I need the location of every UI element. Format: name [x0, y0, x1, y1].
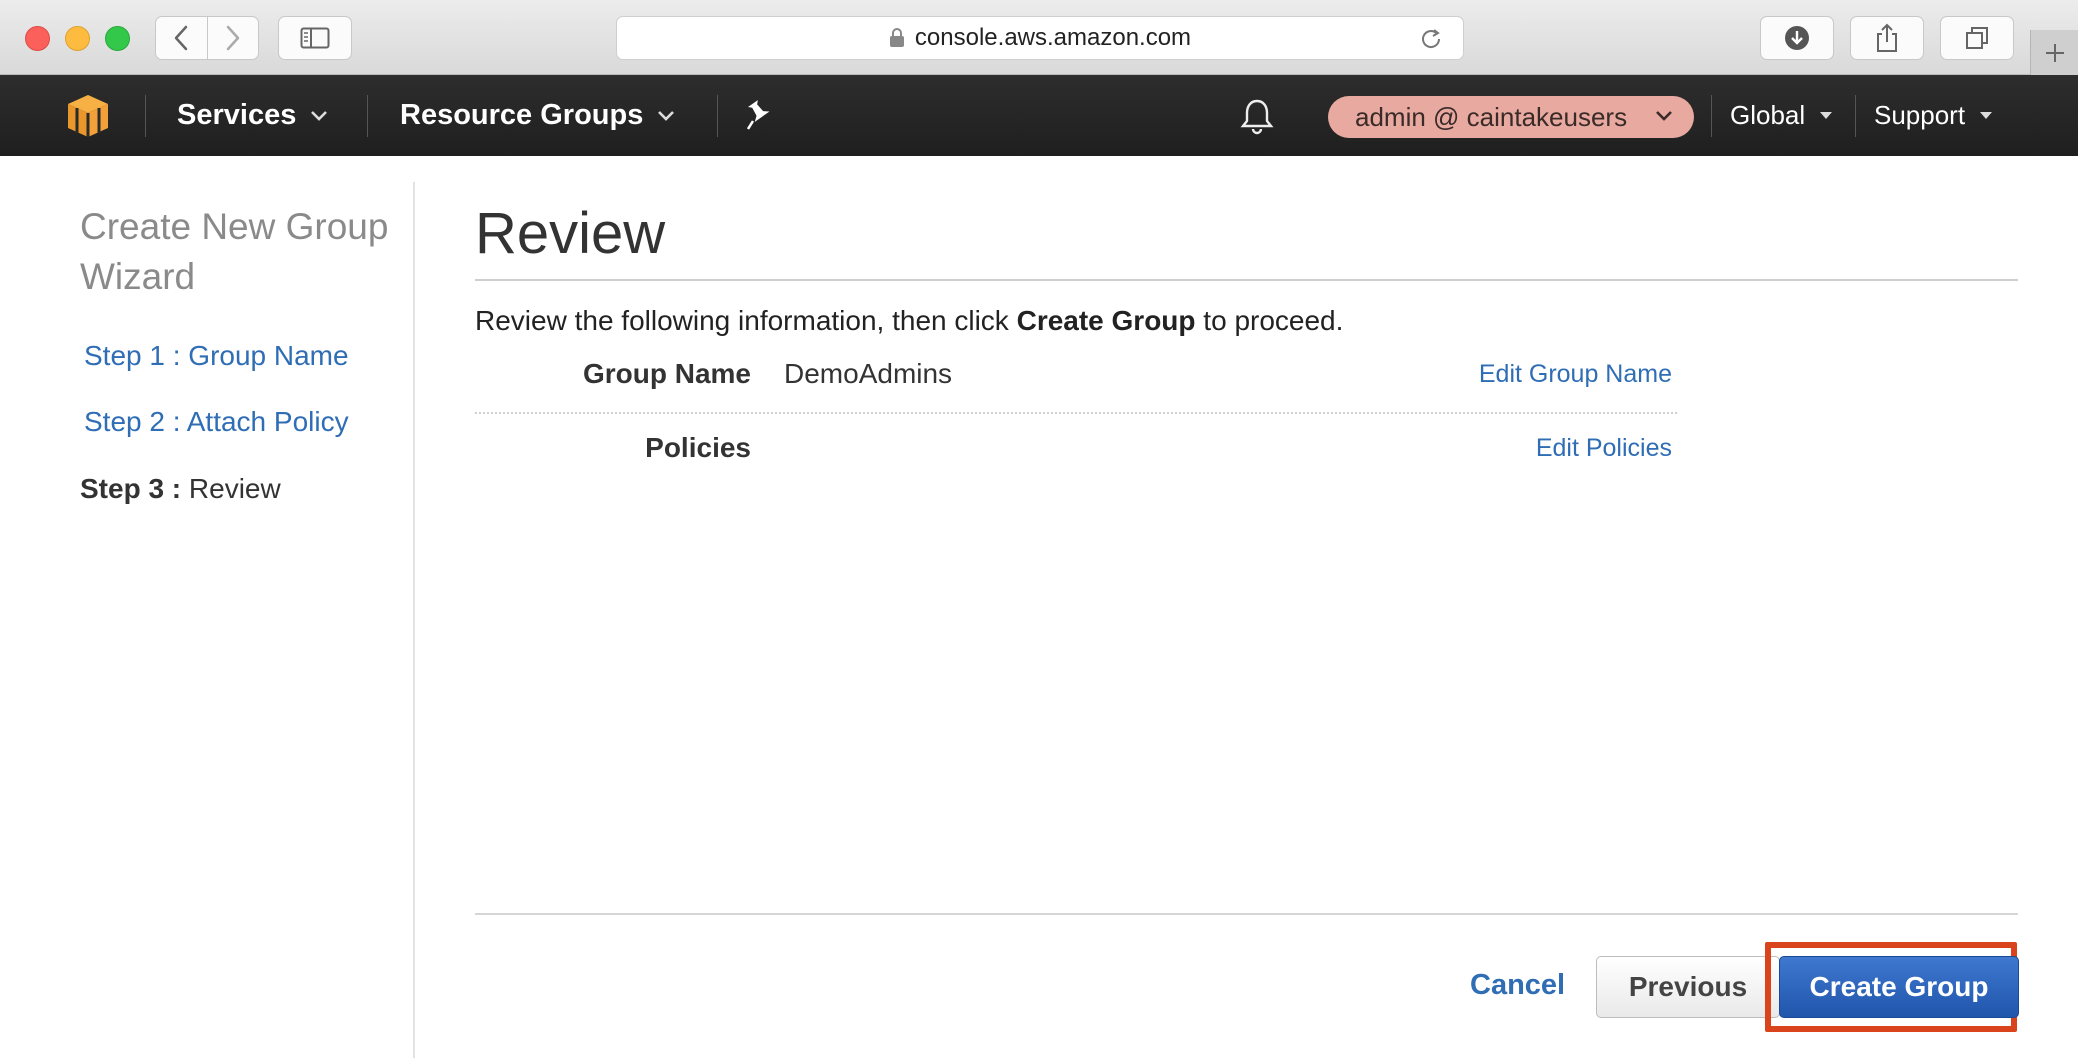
instruction-text-end: to proceed.	[1195, 305, 1344, 336]
cancel-link[interactable]: Cancel	[1470, 969, 1565, 1002]
page-title: Review	[475, 201, 666, 266]
address-bar[interactable]: console.aws.amazon.com	[616, 16, 1464, 60]
services-menu[interactable]: Services	[177, 75, 328, 156]
downloads-button[interactable]	[1760, 16, 1834, 60]
zoom-window-button[interactable]	[105, 26, 130, 51]
step-3-prefix: Step 3 :	[80, 473, 182, 504]
region-menu[interactable]: Global	[1730, 75, 1833, 156]
nav-divider	[367, 95, 368, 137]
create-group-button[interactable]: Create Group	[1779, 956, 2019, 1018]
instruction-text: Review the following information, then c…	[475, 305, 1017, 336]
share-icon	[1877, 23, 1897, 52]
show-tabs-button[interactable]	[1940, 16, 2014, 60]
aws-home-link[interactable]	[66, 93, 110, 144]
url-text: console.aws.amazon.com	[914, 24, 1192, 51]
nav-divider	[1855, 95, 1856, 137]
review-instructions: Review the following information, then c…	[475, 305, 1343, 337]
support-label: Support	[1874, 100, 1966, 130]
bell-icon[interactable]	[1239, 97, 1275, 135]
sidebar-toggle-button[interactable]	[278, 16, 352, 60]
chevron-down-icon	[311, 110, 328, 121]
footer-divider	[475, 913, 2018, 915]
panel-divider	[413, 182, 415, 1058]
services-label: Services	[177, 99, 297, 131]
back-icon	[175, 25, 188, 51]
step-3-current: Step 3 : Review	[80, 473, 281, 505]
support-menu[interactable]: Support	[1874, 75, 1993, 156]
aws-cube-icon	[68, 95, 108, 137]
forward-button[interactable]	[206, 17, 258, 59]
back-button[interactable]	[156, 17, 207, 59]
minimize-window-button[interactable]	[65, 26, 90, 51]
nav-divider	[717, 95, 718, 137]
row-divider	[475, 412, 1677, 414]
aws-console-nav: Services Resource Groups admin @ caintak…	[0, 75, 2078, 156]
wizard-title: Create New Group Wizard	[80, 206, 389, 297]
browser-toolbar: console.aws.amazon.com	[0, 0, 2078, 75]
step-3-label: Review	[188, 473, 281, 504]
download-icon	[1785, 26, 1809, 50]
previous-button[interactable]: Previous	[1596, 956, 1780, 1018]
title-divider	[475, 279, 2018, 281]
account-menu[interactable]: admin @ caintakeusers	[1328, 96, 1694, 138]
group-name-value: DemoAdmins	[784, 358, 953, 389]
forward-icon	[226, 25, 240, 51]
instruction-bold: Create Group	[1016, 305, 1196, 336]
nav-divider	[145, 95, 146, 137]
step-1-link[interactable]: Step 1 : Group Name	[84, 340, 349, 372]
new-tab-button[interactable]	[2030, 30, 2078, 75]
group-name-label: Group Name	[582, 358, 751, 389]
resource-groups-menu[interactable]: Resource Groups	[400, 75, 675, 156]
plus-icon	[2045, 43, 2064, 62]
close-window-button[interactable]	[25, 26, 50, 51]
caret-down-icon	[1820, 111, 1833, 119]
edit-group-name-link[interactable]: Edit Group Name	[1380, 360, 1672, 389]
caret-down-icon	[1980, 111, 1993, 119]
pin-icon[interactable]	[744, 99, 774, 133]
lock-icon	[889, 28, 904, 47]
account-label: admin @ caintakeusers	[1355, 101, 1628, 132]
chevron-down-icon	[658, 110, 675, 121]
nav-divider	[1711, 95, 1712, 137]
tabs-icon	[1966, 27, 1988, 49]
sidebar-icon	[300, 27, 330, 49]
edit-policies-link[interactable]: Edit Policies	[1380, 434, 1672, 463]
share-button[interactable]	[1850, 16, 1924, 60]
resource-groups-label: Resource Groups	[400, 99, 644, 131]
history-nav-group	[155, 16, 259, 60]
region-label: Global	[1730, 100, 1806, 130]
policies-label: Policies	[645, 432, 751, 463]
chevron-down-icon	[1656, 111, 1672, 121]
reload-icon[interactable]	[1419, 27, 1443, 51]
step-2-link[interactable]: Step 2 : Attach Policy	[84, 406, 349, 438]
